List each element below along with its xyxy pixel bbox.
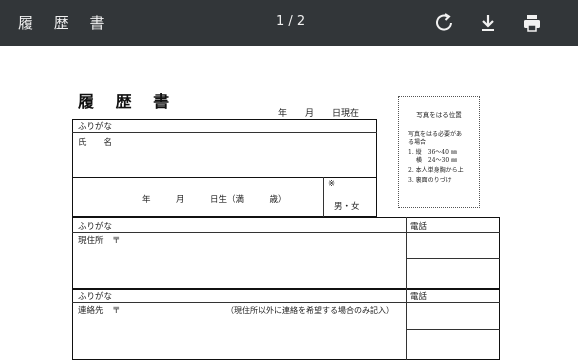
contact-label: 連絡先 〒: [78, 306, 121, 316]
print-icon: [524, 15, 540, 32]
download-icon: [482, 15, 494, 31]
address-label: 現住所 〒: [78, 236, 121, 246]
photo-instruction: る場合: [408, 139, 427, 146]
furigana-label: ふりがな: [78, 122, 113, 132]
rotate-button[interactable]: [432, 11, 456, 35]
note-mark: ※: [328, 179, 336, 189]
divider: [406, 289, 407, 360]
photo-instruction: 1. 縦 36〜40 ㎜: [408, 149, 457, 156]
photo-instruction: 横 24〜30 ㎜: [408, 157, 458, 164]
name-label: 氏 名: [78, 138, 113, 148]
furigana-label: ふりがな: [78, 222, 113, 232]
date-line: 年 月 日現在: [278, 109, 360, 119]
print-button[interactable]: [520, 11, 544, 35]
photo-title: 写真をはる位置: [416, 111, 462, 119]
photo-placeholder: 写真をはる位置 写真をはる必要があ る場合 1. 縦 36〜40 ㎜ 横 24〜…: [398, 96, 480, 208]
phone-label: 電話: [410, 222, 428, 232]
divider: [323, 177, 324, 217]
divider: [406, 217, 407, 289]
download-button[interactable]: [476, 11, 500, 35]
divider: [72, 132, 377, 133]
gender-field: 男・女: [334, 202, 360, 212]
pdf-toolbar: 履 歴 書 1 / 2: [0, 0, 578, 46]
photo-instruction: 写真をはる必要があ: [408, 131, 463, 138]
divider: [72, 232, 500, 233]
phone-label: 電話: [410, 292, 428, 302]
divider: [72, 177, 377, 178]
furigana-label: ふりがな: [78, 292, 113, 302]
document-page: 履 歴 書 年 月 日現在 写真をはる位置 写真をはる必要があ る場合 1. 縦…: [0, 46, 578, 362]
document-title: 履 歴 書: [18, 14, 113, 32]
page-title: 履 歴 書: [78, 92, 178, 111]
divider: [406, 329, 500, 330]
photo-instruction: 3. 裏面のりづけ: [408, 177, 452, 184]
address-section: [72, 217, 500, 289]
divider: [72, 302, 500, 303]
page-indicator: 1 / 2: [276, 14, 306, 29]
rotate-icon: [436, 13, 452, 31]
divider: [406, 258, 500, 259]
contact-note: （現住所以外に連絡を希望する場合のみ記入）: [226, 306, 394, 315]
contact-section: [72, 289, 500, 360]
birth-date-line: 年 月 日生（満 歳）: [142, 195, 287, 205]
photo-instruction: 2. 本人単身胸から上: [408, 167, 464, 174]
